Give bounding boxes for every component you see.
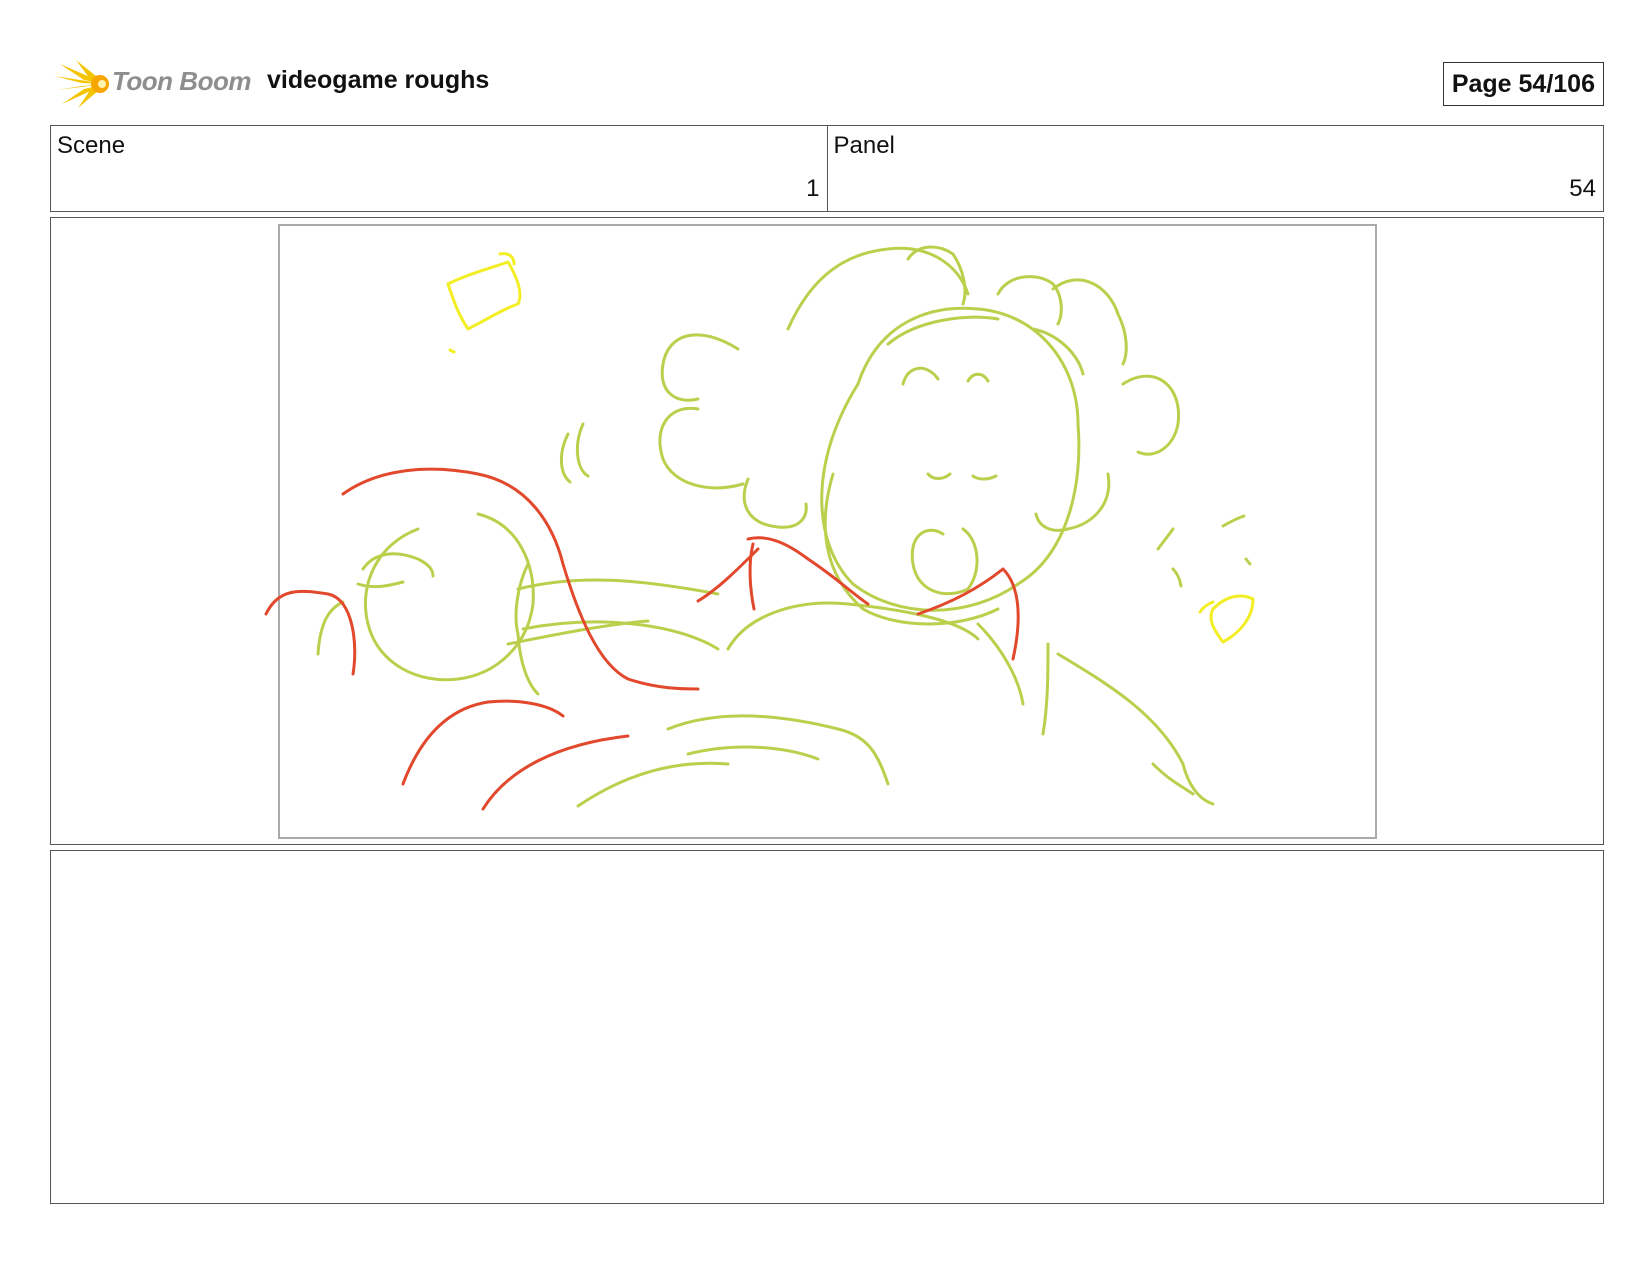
panel-image-area [50,217,1604,845]
panel-notes-area [50,850,1604,1204]
panel-cell: Panel 54 [826,126,1604,211]
rough-sketch [264,245,1255,811]
panel-number: 54 [1569,175,1596,202]
scene-label: Scene [57,132,126,159]
starburst-icon [54,60,109,108]
logo-text: Toon Boom [112,66,251,96]
scene-cell: Scene 1 [51,126,827,211]
toon-boom-logo: Toon Boom [54,58,264,108]
storyboard-header: Toon Boom videogame roughs Page 54/106 [50,56,1604,108]
page-indicator: Page 54/106 [1442,62,1604,106]
scene-panel-info: Scene 1 Panel 54 [50,125,1604,212]
panel-frame [264,224,1377,839]
project-title: videogame roughs [267,66,490,94]
panel-label: Panel [833,132,895,159]
scene-number: 1 [806,175,820,202]
